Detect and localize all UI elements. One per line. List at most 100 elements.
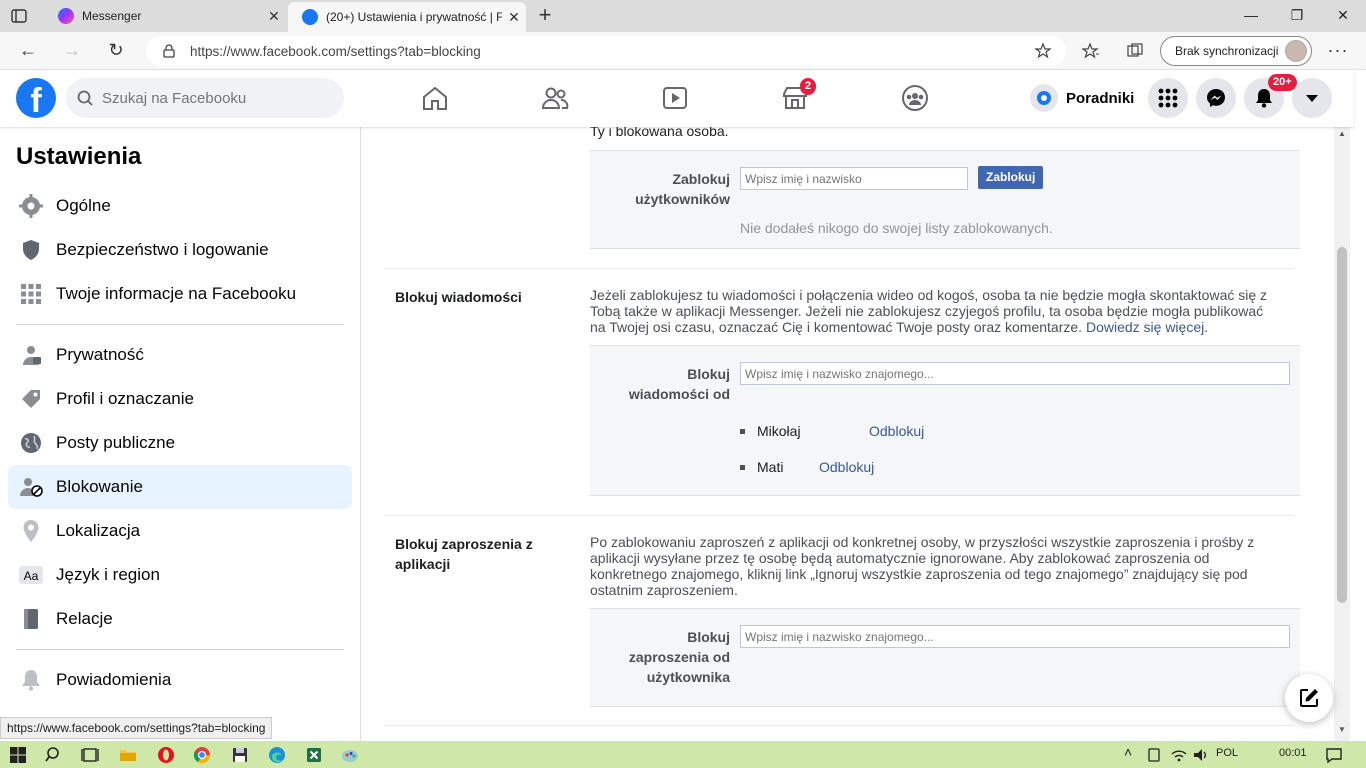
forward-arrow-icon[interactable]: → bbox=[60, 40, 84, 62]
compose-icon bbox=[1300, 689, 1318, 707]
action-center-icon[interactable] bbox=[1324, 745, 1344, 765]
opera-icon[interactable] bbox=[156, 745, 176, 765]
scroll-down-icon[interactable]: ▼ bbox=[1334, 725, 1350, 737]
favorites-icon[interactable] bbox=[1082, 42, 1100, 60]
floppy-app-icon[interactable] bbox=[230, 745, 250, 765]
messenger-button[interactable] bbox=[1196, 78, 1236, 118]
facebook-logo[interactable]: f bbox=[16, 78, 56, 118]
bullet bbox=[740, 428, 745, 434]
home-icon[interactable] bbox=[420, 83, 450, 113]
pin-icon bbox=[23, 520, 39, 542]
windows-start-icon[interactable] bbox=[8, 745, 28, 765]
sidebar-item-public-posts[interactable]: Posty publiczne bbox=[8, 421, 352, 465]
back-arrow-icon[interactable]: ← bbox=[16, 40, 40, 62]
blocked-name: Mati bbox=[757, 459, 784, 475]
sync-label: Brak synchronizacji bbox=[1175, 44, 1279, 58]
menu-button[interactable] bbox=[1148, 78, 1188, 118]
windows-taskbar: ˄ POL 00:01 bbox=[0, 741, 1366, 768]
block-button[interactable]: Zablokuj bbox=[978, 166, 1044, 189]
sidebar-item-profile-tagging[interactable]: Profil i oznaczanie bbox=[8, 377, 352, 421]
notifications-badge: 20+ bbox=[1268, 74, 1297, 91]
bullet bbox=[740, 464, 745, 470]
guides-shortcut[interactable]: Poradniki bbox=[1030, 83, 1134, 113]
watch-icon[interactable] bbox=[660, 83, 690, 113]
device-icon[interactable] bbox=[1146, 745, 1162, 765]
sync-profile-button[interactable]: Brak synchronizacji bbox=[1160, 36, 1312, 66]
close-window-icon[interactable]: ✕ bbox=[1320, 0, 1366, 32]
reload-icon[interactable]: ↻ bbox=[104, 40, 128, 62]
sidebar-item-relations[interactable]: Relacje bbox=[8, 597, 352, 641]
sidebar-item-label: Blokowanie bbox=[56, 477, 143, 496]
tab-label: Messenger bbox=[82, 9, 142, 23]
file-explorer-icon[interactable] bbox=[118, 745, 138, 765]
block-invites-label: Blokuj zaproszenia od użytkownika bbox=[628, 629, 730, 685]
tab-actions-icon[interactable] bbox=[10, 7, 28, 25]
maximize-icon[interactable]: ❐ bbox=[1274, 0, 1320, 32]
browser-tab-strip: Messenger ✕ (20+) Ustawienia i prywatnoś… bbox=[0, 0, 1366, 32]
clock[interactable]: 00:01 bbox=[1279, 747, 1307, 759]
sidebar-item-privacy[interactable]: Prywatność bbox=[8, 333, 352, 377]
lock-icon[interactable] bbox=[162, 44, 176, 58]
new-tab-button[interactable]: + bbox=[534, 4, 556, 28]
tray-chevron-icon[interactable]: ˄ bbox=[1124, 744, 1132, 760]
taskbar-search-icon[interactable] bbox=[44, 745, 64, 765]
close-tab-icon[interactable]: ✕ bbox=[502, 9, 526, 26]
friends-icon[interactable] bbox=[540, 83, 570, 113]
sidebar-item-security[interactable]: Bezpieczeństwo i logowanie bbox=[8, 228, 352, 272]
more-options-icon[interactable]: ··· bbox=[1326, 40, 1350, 62]
groups-icon[interactable] bbox=[900, 83, 930, 113]
scrollbar-thumb[interactable] bbox=[1337, 247, 1347, 603]
sidebar-item-label: Lokalizacja bbox=[56, 521, 141, 540]
sidebar-item-language[interactable]: Aa Język i region bbox=[8, 553, 352, 597]
language-indicator[interactable]: POL bbox=[1216, 747, 1238, 759]
edge-icon[interactable] bbox=[267, 745, 287, 765]
gear-icon bbox=[19, 194, 43, 218]
learn-more-link[interactable]: Dowiedz się więcej bbox=[1086, 319, 1204, 335]
browser-tab-settings[interactable]: (20+) Ustawienia i prywatność | F ✕ bbox=[288, 2, 526, 32]
block-users-input[interactable] bbox=[740, 167, 968, 190]
settings-sidebar: Ustawienia Ogólne Bezpieczeństwo i logow… bbox=[0, 127, 361, 741]
paint-app-icon[interactable] bbox=[340, 745, 360, 765]
guides-avatar bbox=[1030, 84, 1058, 112]
volume-icon[interactable] bbox=[1192, 745, 1210, 765]
block-messages-label: Blokuj wiadomości od bbox=[628, 366, 730, 402]
facebook-favicon-icon bbox=[302, 9, 318, 25]
sidebar-item-label: Powiadomienia bbox=[56, 670, 172, 689]
url-field[interactable]: https://www.facebook.com/settings?tab=bl… bbox=[146, 36, 1066, 66]
task-view-icon[interactable] bbox=[80, 745, 100, 765]
browser-tab-messenger[interactable]: Messenger ✕ bbox=[44, 0, 286, 32]
minimize-icon[interactable]: — bbox=[1228, 0, 1274, 32]
add-favorite-icon[interactable] bbox=[1034, 42, 1052, 60]
collections-icon[interactable] bbox=[1126, 42, 1144, 60]
page-scrollbar[interactable]: ▲ ▼ bbox=[1334, 127, 1350, 741]
block-messages-input[interactable] bbox=[740, 362, 1290, 385]
sidebar-item-label: Relacje bbox=[56, 609, 113, 628]
wifi-icon[interactable] bbox=[1170, 745, 1188, 765]
account-button[interactable] bbox=[1292, 78, 1332, 118]
new-message-button[interactable] bbox=[1285, 674, 1333, 722]
blocked-messages-item: Mati Odblokuj bbox=[740, 459, 874, 475]
unblock-link[interactable]: Odblokuj bbox=[819, 459, 874, 475]
block-invites-input[interactable] bbox=[740, 625, 1290, 648]
chrome-icon[interactable] bbox=[192, 745, 212, 765]
tag-icon bbox=[22, 390, 40, 408]
excel-icon[interactable] bbox=[304, 745, 324, 765]
search-input[interactable] bbox=[100, 88, 330, 108]
sidebar-item-blocking[interactable]: Blokowanie bbox=[8, 465, 352, 509]
block-invites-title: Blokuj zaproszenia z aplikacji bbox=[395, 536, 533, 572]
sidebar-item-location[interactable]: Lokalizacja bbox=[8, 509, 352, 553]
close-tab-icon[interactable]: ✕ bbox=[262, 8, 286, 25]
sidebar-item-label: Profil i oznaczanie bbox=[56, 389, 194, 408]
sidebar-item-notifications[interactable]: Powiadomienia bbox=[8, 658, 352, 702]
blocked-messages-item: Mikołaj Odblokuj bbox=[740, 423, 924, 439]
facebook-search-box[interactable] bbox=[66, 78, 344, 118]
svg-text:Aa: Aa bbox=[24, 569, 39, 583]
sidebar-divider bbox=[16, 324, 344, 325]
unblock-link[interactable]: Odblokuj bbox=[869, 423, 924, 439]
sidebar-item-general[interactable]: Ogólne bbox=[8, 184, 352, 228]
section-divider bbox=[384, 268, 1294, 269]
lock-person-icon bbox=[23, 346, 41, 365]
scroll-up-icon[interactable]: ▲ bbox=[1334, 129, 1350, 141]
sidebar-item-label: Posty publiczne bbox=[56, 433, 176, 452]
sidebar-item-your-information[interactable]: Twoje informacje na Facebooku bbox=[8, 272, 352, 316]
